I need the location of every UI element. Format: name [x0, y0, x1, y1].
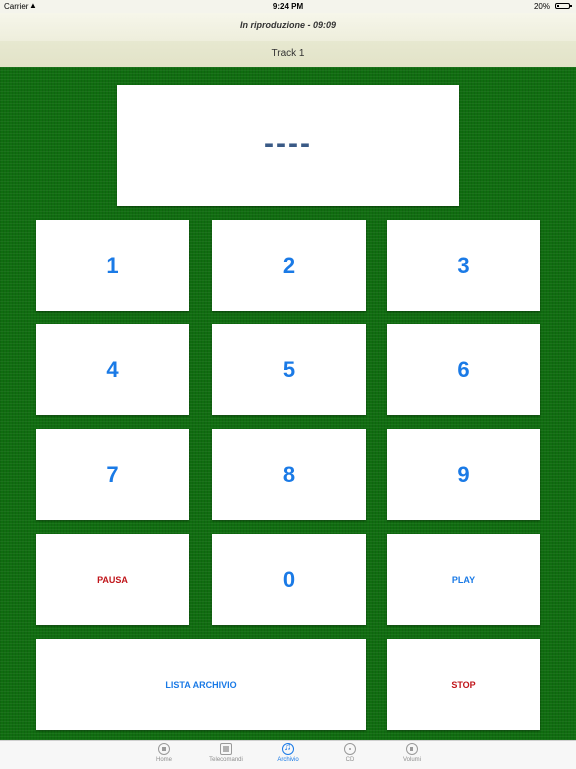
remote-icon — [220, 743, 232, 755]
track-label: Track 1 — [0, 41, 576, 68]
key-3-button[interactable]: 3 — [387, 220, 540, 311]
key-1-button[interactable]: 1 — [36, 220, 189, 311]
music-icon — [282, 742, 294, 755]
tab-cd[interactable]: CD — [325, 743, 375, 763]
key-4-button[interactable]: 4 — [36, 324, 189, 415]
battery-icon — [555, 3, 572, 9]
pause-button[interactable]: PAUSA — [36, 534, 189, 625]
status-time: 9:24 PM — [272, 2, 304, 11]
tab-remotes[interactable]: Telecomandi — [201, 743, 251, 763]
tab-remotes-label: Telecomandi — [209, 757, 243, 763]
key-6-button[interactable]: 6 — [387, 324, 540, 415]
tab-volume[interactable]: Volumi — [387, 743, 437, 763]
key-0-button[interactable]: 0 — [212, 534, 366, 625]
tab-cd-label: CD — [345, 757, 355, 763]
status-bar: Carrier ▲ 9:24 PM 20% — [0, 0, 576, 13]
key-2-button[interactable]: 2 — [212, 220, 366, 311]
key-8-button[interactable]: 8 — [212, 429, 366, 520]
tab-archive-label: Archivio — [277, 757, 299, 763]
tab-home[interactable]: Home — [139, 743, 189, 763]
number-display: ---- — [117, 85, 459, 206]
tab-archive[interactable]: Archivio — [263, 742, 313, 763]
battery-fill — [557, 5, 559, 7]
stop-button[interactable]: STOP — [387, 639, 540, 730]
tab-home-label: Home — [155, 757, 172, 763]
play-button[interactable]: PLAY — [387, 534, 540, 625]
battery-percent: 20% — [533, 2, 550, 11]
cd-icon — [344, 743, 356, 755]
key-7-button[interactable]: 7 — [36, 429, 189, 520]
keypad-area: ---- 1 2 3 4 5 6 7 8 9 PAUSA 0 PLAY LIST… — [0, 67, 576, 740]
now-playing-header: In riproduzione - 09:09 — [0, 13, 576, 41]
home-icon — [158, 743, 170, 755]
tab-volume-label: Volumi — [402, 757, 421, 763]
key-5-button[interactable]: 5 — [212, 324, 366, 415]
display-value: ---- — [264, 126, 312, 160]
volume-icon — [406, 743, 418, 755]
archive-list-button[interactable]: LISTA ARCHIVIO — [36, 639, 366, 730]
tab-bar: Home Telecomandi Archivio CD Volumi — [0, 740, 576, 769]
key-9-button[interactable]: 9 — [387, 429, 540, 520]
